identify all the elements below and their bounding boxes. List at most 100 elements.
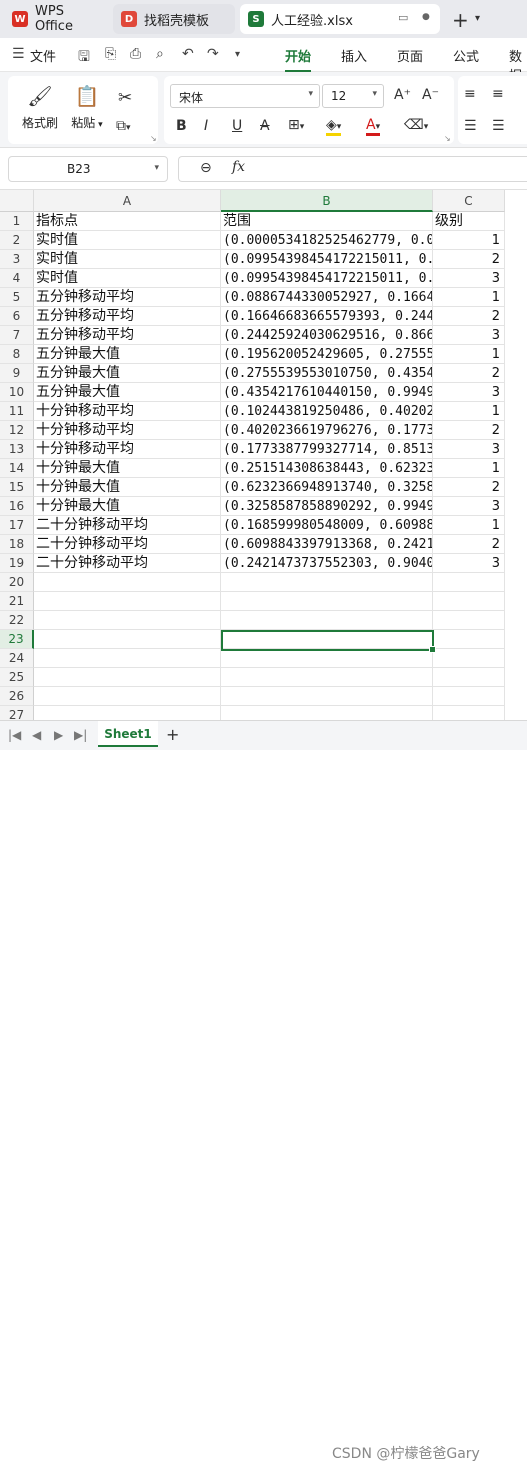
cut-icon[interactable]: ✂: [118, 88, 132, 108]
cell-c[interactable]: 1: [433, 345, 505, 364]
row-header[interactable]: 4: [0, 269, 34, 288]
cell-a[interactable]: 五分钟最大值: [34, 364, 221, 383]
cell-b[interactable]: [221, 687, 433, 706]
row-header[interactable]: 16: [0, 497, 34, 516]
row-header[interactable]: 12: [0, 421, 34, 440]
paste-button[interactable]: 📋 粘贴 ▾: [68, 84, 106, 131]
expand-icon[interactable]: ↘: [150, 134, 157, 143]
tab-template[interactable]: D 找稻壳模板: [113, 4, 235, 34]
align-top-icon[interactable]: ≡: [464, 86, 476, 102]
cell-c[interactable]: 3: [433, 497, 505, 516]
menu-page[interactable]: 页面: [397, 46, 423, 65]
cell-c[interactable]: [433, 573, 505, 592]
fill-color-icon[interactable]: ◈▾: [326, 117, 342, 136]
row-header[interactable]: 23: [0, 630, 34, 649]
cell-c[interactable]: 2: [433, 478, 505, 497]
cell-a[interactable]: [34, 706, 221, 720]
cell-b[interactable]: (0.3258587858890292, 0.9949: [221, 497, 433, 516]
cell-a[interactable]: 五分钟移动平均: [34, 288, 221, 307]
cell-c[interactable]: 2: [433, 535, 505, 554]
restore-icon[interactable]: ▭: [398, 11, 408, 24]
cell-a[interactable]: 五分钟移动平均: [34, 307, 221, 326]
cell-a[interactable]: 二十分钟移动平均: [34, 516, 221, 535]
cell-b[interactable]: (0.0886744330052927, 0.1664: [221, 288, 433, 307]
cell-a[interactable]: 十分钟移动平均: [34, 421, 221, 440]
column-header-b[interactable]: B: [221, 190, 433, 212]
menu-formula[interactable]: 公式: [453, 46, 479, 65]
cell-c[interactable]: 3: [433, 554, 505, 573]
underline-icon[interactable]: U: [232, 118, 242, 134]
redo-icon[interactable]: ↷: [207, 46, 219, 62]
align-left-icon[interactable]: ☰: [464, 118, 477, 134]
last-sheet-icon[interactable]: ▶|: [74, 728, 87, 742]
undo-icon[interactable]: ↶: [182, 46, 194, 62]
cell-b[interactable]: (0.1773387799327714, 0.8513: [221, 440, 433, 459]
grow-font-icon[interactable]: A⁺: [394, 87, 411, 103]
row-header[interactable]: 17: [0, 516, 34, 535]
cell-c[interactable]: 2: [433, 307, 505, 326]
cell-a[interactable]: 指标点: [34, 212, 221, 231]
preview-icon[interactable]: ⌕: [156, 46, 164, 62]
row-header[interactable]: 21: [0, 592, 34, 611]
menu-home[interactable]: 开始: [285, 46, 312, 72]
menu-insert[interactable]: 插入: [341, 46, 367, 65]
cell-c[interactable]: 2: [433, 250, 505, 269]
cell-c[interactable]: 1: [433, 459, 505, 478]
cell-c[interactable]: [433, 706, 505, 720]
row-header[interactable]: 10: [0, 383, 34, 402]
next-sheet-icon[interactable]: ▶: [54, 728, 63, 742]
row-header[interactable]: 22: [0, 611, 34, 630]
expand-icon[interactable]: ↘: [444, 134, 451, 143]
cell-a[interactable]: 实时值: [34, 231, 221, 250]
row-header[interactable]: 20: [0, 573, 34, 592]
cell-b[interactable]: (0.251514308638443, 0.62323: [221, 459, 433, 478]
row-header[interactable]: 14: [0, 459, 34, 478]
cell-a[interactable]: [34, 611, 221, 630]
align-center-icon[interactable]: ☰: [492, 118, 505, 134]
cell-a[interactable]: 二十分钟移动平均: [34, 535, 221, 554]
cell-c[interactable]: 3: [433, 269, 505, 288]
cell-b[interactable]: 范围: [221, 212, 433, 231]
cell-a[interactable]: 十分钟移动平均: [34, 440, 221, 459]
row-header[interactable]: 11: [0, 402, 34, 421]
font-size-select[interactable]: 12 ▾: [322, 84, 384, 108]
row-header[interactable]: 6: [0, 307, 34, 326]
font-color-icon[interactable]: A▾: [366, 117, 381, 136]
eraser-icon[interactable]: ⌫▾: [404, 117, 428, 133]
cell-b[interactable]: [221, 592, 433, 611]
cell-a[interactable]: 十分钟移动平均: [34, 402, 221, 421]
row-header[interactable]: 9: [0, 364, 34, 383]
cell-a[interactable]: [34, 649, 221, 668]
cell-b[interactable]: [221, 611, 433, 630]
cell-b[interactable]: [221, 573, 433, 592]
print-icon[interactable]: ⎙: [130, 46, 141, 62]
align-middle-icon[interactable]: ≡: [492, 86, 504, 102]
row-header[interactable]: 13: [0, 440, 34, 459]
new-tab-button[interactable]: +: [452, 8, 469, 32]
cell-b[interactable]: (0.0000534182525462779, 0.0: [221, 231, 433, 250]
cell-a[interactable]: 五分钟最大值: [34, 345, 221, 364]
cell-name-box[interactable]: B23 ▾: [8, 156, 168, 182]
cell-c[interactable]: [433, 630, 505, 649]
row-header[interactable]: 2: [0, 231, 34, 250]
cell-c[interactable]: 2: [433, 421, 505, 440]
cell-c[interactable]: 2: [433, 364, 505, 383]
cell-b[interactable]: (0.6232366948913740, 0.3258: [221, 478, 433, 497]
cell-b[interactable]: (0.168599980548009, 0.60988: [221, 516, 433, 535]
row-header[interactable]: 1: [0, 212, 34, 231]
add-sheet-button[interactable]: +: [166, 725, 179, 744]
cell-c[interactable]: [433, 649, 505, 668]
row-header[interactable]: 18: [0, 535, 34, 554]
sheet-tab-sheet1[interactable]: Sheet1: [98, 721, 158, 747]
tab-current-file[interactable]: S 人工经验.xlsx ▭ ●: [240, 4, 440, 34]
cell-a[interactable]: 实时值: [34, 269, 221, 288]
cell-b[interactable]: [221, 649, 433, 668]
formula-input[interactable]: [178, 156, 527, 182]
save-icon[interactable]: 🖫: [78, 46, 90, 70]
spreadsheet-grid[interactable]: A B C 1 指标点 范围 级别 2 实时值 (0.0000534182525462779…: [0, 190, 527, 720]
cell-a[interactable]: 五分钟最大值: [34, 383, 221, 402]
column-header-c[interactable]: C: [433, 190, 505, 212]
column-header-a[interactable]: A: [34, 190, 221, 212]
cell-b[interactable]: (0.24425924030629516, 0.866: [221, 326, 433, 345]
cell-b[interactable]: (0.16646683665579393, 0.244: [221, 307, 433, 326]
